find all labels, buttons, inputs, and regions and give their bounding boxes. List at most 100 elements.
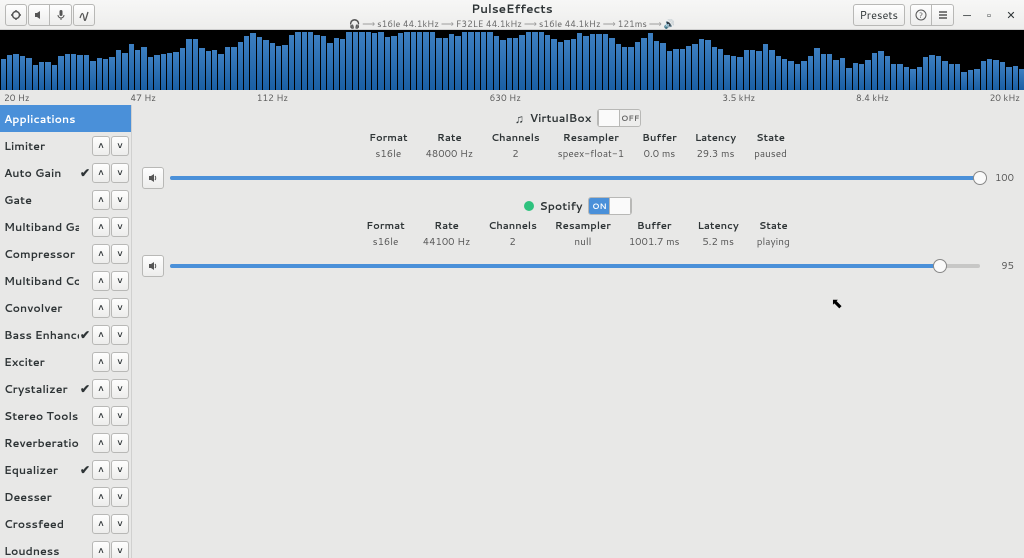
presets-button[interactable]: Presets: [853, 4, 905, 26]
sidebar-item-loudness[interactable]: Loudness ˄˅: [0, 537, 131, 558]
applications-panel: ♫ VirtualBox OFF Formats16leRate48000 HzCha…: [132, 105, 1024, 558]
move-down-button[interactable]: ˅: [111, 514, 129, 534]
stat-channels: Channels2: [491, 131, 540, 161]
sidebar-item-reverberation[interactable]: Reverberation ˄˅: [0, 429, 131, 456]
app-name: VirtualBox: [530, 110, 592, 126]
sidebar-item-multiband-gate[interactable]: Multiband Gate˄˅: [0, 213, 131, 240]
svg-text:?: ?: [919, 9, 923, 21]
pipeline-info: 🎧 ⟶s16le 44.1kHz ⟶F32LE 44.1kHz ⟶s16le 4…: [349, 17, 675, 30]
headerbar: PulseEffects 🎧 ⟶s16le 44.1kHz ⟶F32LE 44.…: [0, 0, 1024, 30]
app-enable-switch[interactable]: OFF: [597, 109, 641, 127]
microphone-tab[interactable]: [50, 4, 72, 26]
move-down-button[interactable]: ˅: [111, 541, 129, 558]
move-down-button[interactable]: ˅: [111, 352, 129, 372]
headphones-icon: 🎧: [349, 17, 360, 30]
move-up-button[interactable]: ˄: [92, 244, 110, 264]
move-up-button[interactable]: ˄: [92, 325, 110, 345]
frequency-axis: 20 Hz 47 Hz 112 Hz 630 Hz 3.5 kHz 8.4 kH…: [0, 90, 1024, 105]
sidebar-item-limiter[interactable]: Limiter ˄˅: [0, 132, 131, 159]
output-input-toggle: [28, 4, 72, 26]
move-down-button[interactable]: ˅: [111, 298, 129, 318]
volume-row: 95: [142, 255, 1014, 277]
sidebar-item-convolver[interactable]: Convolver˄˅: [0, 294, 131, 321]
enabled-check: ✔: [79, 164, 91, 181]
move-down-button[interactable]: ˅: [111, 271, 129, 291]
sidebar-item-applications[interactable]: Applications: [0, 105, 131, 132]
music-note-icon: ♫: [515, 110, 524, 127]
help-button[interactable]: ?: [910, 4, 932, 26]
move-up-button[interactable]: ˄: [92, 487, 110, 507]
app-enable-switch[interactable]: ON: [588, 197, 632, 215]
mute-button[interactable]: [142, 167, 164, 189]
sidebar-item-gate[interactable]: Gate˄˅: [0, 186, 131, 213]
sidebar-item-bass-enhancer[interactable]: Bass Enhancer✔˄˅: [0, 321, 131, 348]
stat-state: Stateplaying: [757, 219, 790, 249]
sidebar-item-multiband-compressor[interactable]: Multiband Compressor ˄˅: [0, 267, 131, 294]
sidebar-item-deesser[interactable]: Deesser ˄˅: [0, 483, 131, 510]
move-down-button[interactable]: ˅: [111, 136, 129, 156]
stat-channels: Channels2: [488, 219, 537, 249]
move-up-button[interactable]: ˄: [92, 190, 110, 210]
sidebar-item-stereo-tools[interactable]: Stereo Tools˄˅: [0, 402, 131, 429]
move-up-button[interactable]: ˄: [92, 271, 110, 291]
enabled-check: ✔: [79, 326, 91, 343]
sidebar-item-label: Multiband Compressor: [4, 273, 79, 289]
pipewire-button[interactable]: [73, 4, 95, 26]
move-down-button[interactable]: ˅: [111, 217, 129, 237]
move-down-button[interactable]: ˅: [111, 433, 129, 453]
move-down-button[interactable]: ˅: [111, 190, 129, 210]
spectrum-analyzer: [0, 30, 1024, 90]
sidebar-item-compressor[interactable]: Compressor˄˅: [0, 240, 131, 267]
move-down-button[interactable]: ˅: [111, 163, 129, 183]
volume-slider[interactable]: [170, 257, 980, 275]
minimize-button[interactable]: ─: [958, 6, 976, 24]
move-down-button[interactable]: ˅: [111, 460, 129, 480]
sidebar-item-label: Limiter: [4, 138, 79, 154]
move-up-button[interactable]: ˄: [92, 460, 110, 480]
stat-format: Formats16le: [369, 131, 408, 161]
enabled-check: ✔: [79, 380, 91, 397]
move-up-button[interactable]: ˄: [92, 136, 110, 156]
close-button[interactable]: ✕: [1002, 6, 1020, 24]
sidebar-item-label: Deesser: [4, 489, 79, 505]
sidebar-item-crossfeed[interactable]: Crossfeed ˄˅: [0, 510, 131, 537]
volume-value: 95: [986, 259, 1014, 273]
app-header: SpotifyON: [142, 197, 1014, 215]
stat-state: Statepaused: [754, 131, 787, 161]
sidebar-item-crystalizer[interactable]: Crystalizer✔˄˅: [0, 375, 131, 402]
move-up-button[interactable]: ˄: [92, 163, 110, 183]
move-up-button[interactable]: ˄: [92, 298, 110, 318]
sidebar-item-auto-gain[interactable]: Auto Gain✔˄˅: [0, 159, 131, 186]
move-up-button[interactable]: ˄: [92, 217, 110, 237]
move-up-button[interactable]: ˄: [92, 433, 110, 453]
app-menu-button[interactable]: [5, 4, 27, 26]
move-down-button[interactable]: ˅: [111, 325, 129, 345]
sidebar-item-exciter[interactable]: Exciter˄˅: [0, 348, 131, 375]
volume-row: 100: [142, 167, 1014, 189]
move-down-button[interactable]: ˅: [111, 487, 129, 507]
move-down-button[interactable]: ˅: [111, 406, 129, 426]
speakers-tab[interactable]: [28, 4, 50, 26]
move-down-button[interactable]: ˅: [111, 379, 129, 399]
sidebar-item-label: Crossfeed: [4, 516, 79, 532]
stat-resampler: Resamplerspeex-float-1: [558, 131, 624, 161]
move-up-button[interactable]: ˄: [92, 352, 110, 372]
sidebar-item-label: Crystalizer: [4, 381, 79, 397]
move-up-button[interactable]: ˄: [92, 541, 110, 558]
sidebar-item-equalizer[interactable]: Equalizer✔˄˅: [0, 456, 131, 483]
sidebar-item-label: Reverberation: [4, 435, 79, 451]
hamburger-button[interactable]: [932, 4, 954, 26]
volume-value: 100: [986, 171, 1014, 185]
sidebar-item-label: Loudness: [4, 543, 79, 558]
maximize-button[interactable]: ▫: [980, 6, 998, 24]
move-up-button[interactable]: ˄: [92, 379, 110, 399]
app-stats: Formats16leRate48000 HzChannels2Resample…: [142, 131, 1014, 161]
header-center: PulseEffects 🎧 ⟶s16le 44.1kHz ⟶F32LE 44.…: [349, 0, 675, 30]
move-up-button[interactable]: ˄: [92, 514, 110, 534]
app-block-spotify: SpotifyONFormats16leRate44100 HzChannels…: [142, 197, 1014, 277]
move-up-button[interactable]: ˄: [92, 406, 110, 426]
stat-rate: Rate44100 Hz: [423, 219, 471, 249]
mute-button[interactable]: [142, 255, 164, 277]
volume-slider[interactable]: [170, 169, 980, 187]
move-down-button[interactable]: ˅: [111, 244, 129, 264]
